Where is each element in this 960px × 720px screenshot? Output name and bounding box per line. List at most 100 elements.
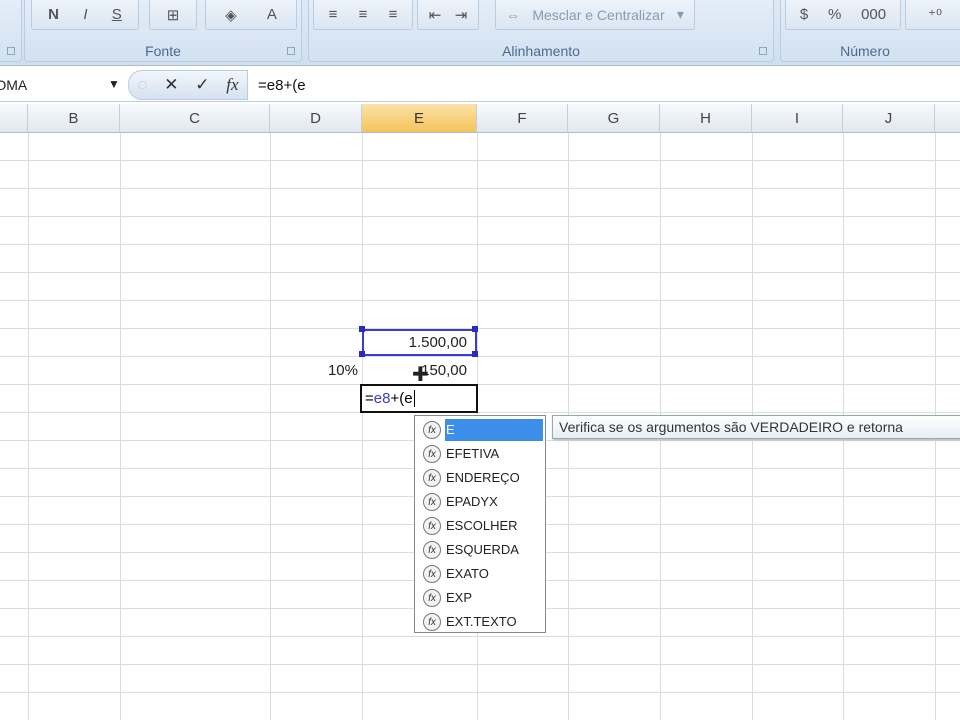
- autocomplete-item[interactable]: fx EPADYX: [417, 490, 543, 514]
- gridline: [362, 133, 363, 720]
- formula-input[interactable]: =e8+(e: [258, 77, 306, 94]
- formula-bar: SOMA ▼ ◌ ✕ ✓ fx =e8+(e: [0, 68, 960, 102]
- autocomplete-label: EFETIVA: [446, 446, 500, 461]
- chevron-down-icon: ▾: [676, 6, 684, 22]
- column-header-b[interactable]: B: [28, 104, 120, 133]
- thousands-button[interactable]: 000: [861, 6, 886, 23]
- enter-button[interactable]: ✓: [195, 75, 209, 95]
- fill-color-icon[interactable]: ◈: [225, 6, 237, 24]
- function-tooltip: Verifica se os argumentos são VERDADEIRO…: [552, 415, 960, 439]
- font-launcher-icon[interactable]: [287, 47, 295, 55]
- resize-handle[interactable]: [359, 326, 365, 332]
- column-header-g[interactable]: G: [568, 104, 660, 133]
- color-buttons: ◈ A: [205, 0, 297, 30]
- number-format-buttons: $% 000: [785, 0, 901, 30]
- gridline: [120, 133, 121, 720]
- formula-buttons: ◌ ✕ ✓ fx: [128, 70, 248, 100]
- function-icon: fx: [423, 517, 441, 535]
- autocomplete-label: E: [445, 419, 543, 441]
- align-right-icon[interactable]: ≡: [389, 6, 398, 23]
- percent-button[interactable]: %: [828, 6, 841, 23]
- text-cursor: [413, 390, 415, 407]
- autocomplete-item[interactable]: fx ENDEREÇO: [417, 466, 543, 490]
- function-icon: fx: [423, 445, 441, 463]
- autocomplete-item[interactable]: fx E: [417, 418, 543, 442]
- cell-e10-editor[interactable]: =e8+(e: [360, 384, 478, 413]
- increase-indent-icon[interactable]: ⇥: [455, 6, 468, 24]
- autocomplete-label: ESCOLHER: [446, 518, 518, 533]
- alignment-group: ≡ ≡ ≡ ⇤ ⇥ ⇔ Mesclar e Centralizar ▾ Alinhamen…: [308, 0, 774, 62]
- decrease-indent-icon[interactable]: ⇤: [429, 6, 442, 24]
- font-style-buttons: N I S: [31, 0, 139, 30]
- function-icon: fx: [423, 613, 441, 631]
- autocomplete-item[interactable]: fx ESCOLHER: [417, 514, 543, 538]
- autocomplete-item[interactable]: fx EFETIVA: [417, 442, 543, 466]
- name-box[interactable]: SOMA ▼: [0, 72, 125, 98]
- function-icon: fx: [423, 469, 441, 487]
- insert-function-button[interactable]: fx: [226, 75, 238, 95]
- column-header-k[interactable]: [935, 104, 960, 133]
- resize-handle[interactable]: [472, 326, 478, 332]
- gridline: [28, 133, 29, 720]
- chevron-down-icon[interactable]: ▼: [108, 77, 120, 91]
- launcher-icon[interactable]: [7, 47, 15, 55]
- name-box-value: SOMA: [0, 77, 28, 93]
- autocomplete-label: EPADYX: [446, 494, 498, 509]
- function-icon: fx: [423, 421, 441, 439]
- currency-icon[interactable]: $: [800, 6, 808, 23]
- underline-button[interactable]: S: [112, 6, 122, 23]
- align-left-icon[interactable]: ≡: [329, 6, 338, 23]
- decimal-buttons[interactable]: ⁺⁰: [905, 0, 960, 30]
- align-buttons[interactable]: ≡ ≡ ≡: [313, 0, 413, 30]
- autocomplete-item[interactable]: fx ESQUERDA: [417, 538, 543, 562]
- merge-center-button[interactable]: ⇔ Mesclar e Centralizar ▾: [495, 0, 695, 30]
- alignment-launcher-icon[interactable]: [759, 47, 767, 55]
- column-header-c[interactable]: C: [120, 104, 270, 133]
- autocomplete-label: ESQUERDA: [446, 542, 519, 557]
- autocomplete-label: ENDEREÇO: [446, 470, 520, 485]
- ribbon: N I S ⊞ ◈ A Fonte ≡ ≡ ≡ ⇤ ⇥ ⇔ Mesclar e Centr…: [0, 0, 960, 66]
- column-header-d[interactable]: D: [270, 104, 362, 133]
- column-header-a[interactable]: [0, 104, 28, 133]
- reference-highlight: [362, 329, 477, 356]
- edit-prefix: =: [365, 390, 374, 407]
- autocomplete-label: EXATO: [446, 566, 489, 581]
- autocomplete-item[interactable]: fx EXATO: [417, 562, 543, 586]
- borders-icon: ⊞: [166, 6, 180, 24]
- merge-label: Mesclar e Centralizar: [532, 6, 665, 23]
- function-icon: fx: [423, 589, 441, 607]
- font-color-icon[interactable]: A: [267, 6, 277, 23]
- bold-button[interactable]: N: [48, 6, 59, 23]
- indent-buttons[interactable]: ⇤ ⇥: [417, 0, 479, 30]
- font-group: N I S ⊞ ◈ A Fonte: [24, 0, 302, 62]
- font-group-label: Fonte: [145, 43, 181, 59]
- increase-decimal-icon[interactable]: ⁺⁰: [928, 6, 942, 24]
- autocomplete-label: EXP: [446, 590, 473, 605]
- function-icon: fx: [423, 493, 441, 511]
- autocomplete-item[interactable]: fx EXT.TEXTO: [417, 610, 543, 634]
- edit-reference: e8: [373, 390, 391, 407]
- column-header-h[interactable]: H: [660, 104, 752, 133]
- function-icon: fx: [423, 541, 441, 559]
- function-autocomplete-list[interactable]: fx E fx EFETIVA fx ENDEREÇO fx EPADYX fx ESCO…: [414, 415, 546, 633]
- autocomplete-item[interactable]: fx EXP: [417, 586, 543, 610]
- cancel-button[interactable]: ✕: [164, 75, 178, 95]
- clipboard-group: [0, 0, 22, 62]
- align-center-icon[interactable]: ≡: [359, 6, 368, 23]
- column-header-e[interactable]: E: [362, 104, 477, 133]
- italic-button[interactable]: I: [83, 6, 87, 23]
- alignment-group-label: Alinhamento: [502, 43, 580, 59]
- cell-d9[interactable]: 10%: [270, 357, 362, 385]
- edit-rest: +(e: [390, 390, 413, 407]
- column-header-j[interactable]: J: [843, 104, 935, 133]
- function-icon: fx: [423, 565, 441, 583]
- number-group-label: Número: [840, 43, 890, 59]
- merge-icon: ⇔: [506, 6, 521, 23]
- column-header-i[interactable]: I: [752, 104, 843, 133]
- autocomplete-label: EXT.TEXTO: [446, 614, 517, 629]
- number-group: $% 000 ⁺⁰ Número: [780, 0, 960, 62]
- gridline: [270, 133, 271, 720]
- column-header-f[interactable]: F: [477, 104, 568, 133]
- grip-icon: ◌: [137, 75, 148, 94]
- borders-button[interactable]: ⊞: [149, 0, 197, 30]
